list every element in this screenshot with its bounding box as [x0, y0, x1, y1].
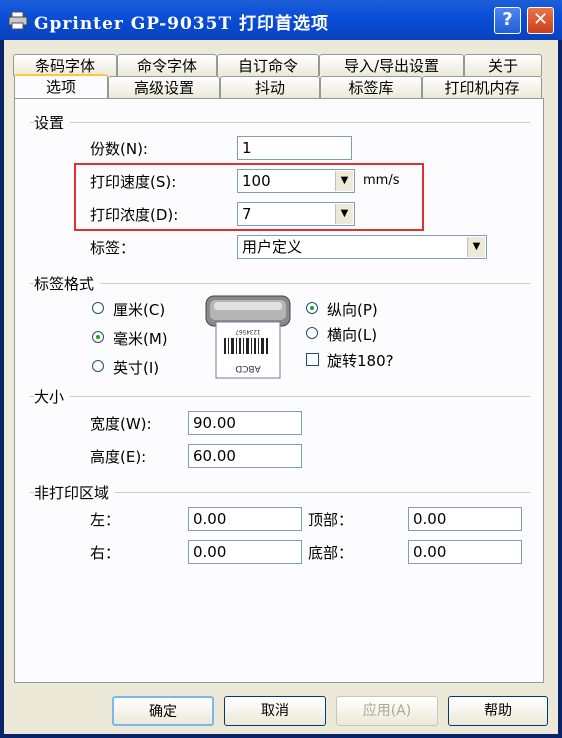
tab-advanced[interactable]: 高级设置 — [108, 76, 220, 98]
left-margin-label: 左： — [90, 511, 121, 529]
height-label: 高度(E): — [90, 448, 147, 466]
settings-group-label: 设置 — [34, 112, 71, 133]
copies-input[interactable]: 1 — [237, 136, 352, 160]
copies-label: 份数(N): — [90, 140, 148, 158]
bottom-margin-input[interactable]: 0.00 — [408, 540, 522, 564]
label-format-group-label: 标签格式 — [34, 273, 101, 294]
bottom-margin-label: 底部： — [308, 544, 354, 562]
top-margin-label: 顶部： — [308, 511, 354, 529]
label-format-divider — [30, 283, 530, 284]
preview-text: ABCD — [235, 363, 260, 373]
apply-button[interactable]: 应用(A) — [336, 696, 438, 726]
width-label: 宽度(W): — [90, 415, 152, 433]
unit-inch-label[interactable]: 英寸(I) — [113, 357, 159, 378]
tab-barcode-font[interactable]: 条码字体 — [13, 54, 117, 76]
height-input[interactable]: 60.00 — [188, 444, 302, 468]
tab-about[interactable]: 关于 — [464, 54, 542, 76]
label-type-value: 用户定义 — [242, 238, 303, 256]
printer-icon — [8, 11, 28, 30]
preview-number: 1234567 — [235, 328, 261, 335]
printer-preview-icon: 1234567 ABCD — [205, 295, 291, 379]
right-margin-input[interactable]: 0.00 — [188, 540, 302, 564]
unit-mm-radio[interactable] — [92, 331, 104, 343]
rotate-checkbox[interactable] — [306, 353, 319, 366]
landscape-radio[interactable] — [306, 327, 318, 339]
portrait-radio[interactable] — [306, 302, 318, 314]
tab-options[interactable]: 选项 — [14, 74, 108, 98]
tab-dither[interactable]: 抖动 — [220, 76, 320, 98]
top-margin-input[interactable]: 0.00 — [408, 507, 522, 531]
unit-cm-label[interactable]: 厘米(C) — [113, 299, 165, 320]
help-button[interactable]: 帮助 — [448, 696, 548, 726]
tab-command-font[interactable]: 命令字体 — [117, 54, 217, 76]
title-bar[interactable]: Gprinter GP-9035T 打印首选项 ? ✕ — [0, 0, 562, 40]
help-title-button[interactable]: ? — [494, 7, 521, 34]
settings-divider — [30, 122, 530, 123]
ok-button[interactable]: 确定 — [112, 696, 214, 726]
cancel-button[interactable]: 取消 — [224, 696, 326, 726]
portrait-label[interactable]: 纵向(P) — [327, 299, 378, 320]
size-group-label: 大小 — [34, 386, 71, 407]
rotate-label[interactable]: 旋转180? — [327, 350, 394, 371]
close-button[interactable]: ✕ — [527, 7, 554, 34]
highlight-box — [74, 163, 424, 231]
tab-import-export[interactable]: 导入/导出设置 — [319, 54, 464, 76]
size-divider — [30, 396, 530, 397]
left-margin-input[interactable]: 0.00 — [188, 507, 302, 531]
nonprint-group-label: 非打印区域 — [34, 482, 116, 503]
label-type-label: 标签： — [90, 239, 136, 257]
unit-mm-label[interactable]: 毫米(M) — [113, 328, 168, 349]
label-type-dropdown[interactable]: 用户定义 ▼ — [237, 235, 487, 259]
chevron-down-icon[interactable]: ▼ — [467, 237, 485, 257]
width-input[interactable]: 90.00 — [188, 411, 302, 435]
tab-label-library[interactable]: 标签库 — [320, 76, 422, 98]
tab-printer-memory[interactable]: 打印机内存 — [422, 76, 542, 98]
tab-custom-command[interactable]: 自订命令 — [217, 54, 319, 76]
unit-cm-radio[interactable] — [92, 302, 104, 314]
landscape-label[interactable]: 横向(L) — [327, 324, 377, 345]
right-margin-label: 右： — [90, 544, 121, 562]
unit-inch-radio[interactable] — [92, 360, 104, 372]
window-title: Gprinter GP-9035T 打印首选项 — [34, 14, 330, 34]
